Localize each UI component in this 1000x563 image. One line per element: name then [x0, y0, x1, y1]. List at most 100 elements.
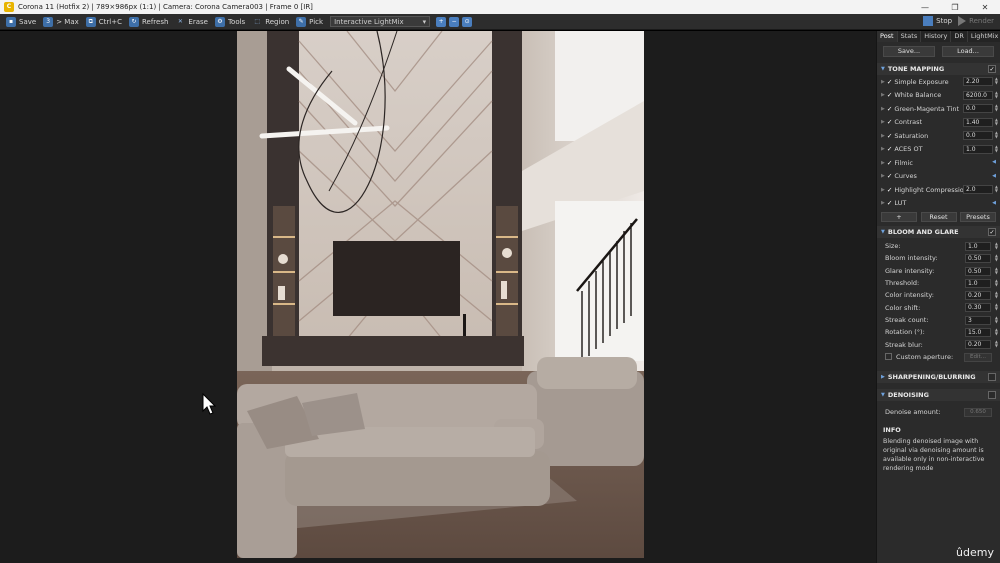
operator-label: Simple Exposure	[894, 77, 949, 86]
bloom-glare-row: Color intensity: 0.20 ▲ ▼	[877, 289, 1000, 301]
denoising-checkbox[interactable]	[988, 390, 996, 399]
tone-mapping-checkbox[interactable]: ✓	[988, 65, 996, 73]
operator-value-field[interactable]: 0.0	[963, 131, 993, 140]
check-icon[interactable]: ✓	[887, 118, 892, 126]
check-icon[interactable]: ✓	[887, 105, 892, 113]
bloom-glare-checkbox[interactable]: ✓	[988, 228, 996, 236]
param-value-field[interactable]: 0.30	[965, 303, 991, 313]
tone-mapping-header[interactable]: ▼ TONE MAPPING ✓	[877, 63, 1000, 75]
reset-button[interactable]: Reset	[920, 212, 957, 222]
zoom-fit-icon[interactable]: ⊙	[462, 16, 473, 27]
add-operator-button[interactable]: +	[881, 212, 917, 222]
spinner-icon[interactable]: ▲ ▼	[995, 340, 998, 348]
tone-mapping-row[interactable]: ▶ ✓ Contrast 1.40 ▲ ▼	[877, 116, 1000, 130]
operator-value-field[interactable]: 6200.0	[963, 90, 993, 100]
sharpening-checkbox[interactable]	[988, 372, 996, 381]
stop-button[interactable]: Stop	[936, 17, 952, 25]
check-icon[interactable]: ✓	[887, 91, 892, 99]
operator-value-field[interactable]: 0.0	[963, 104, 993, 113]
param-value-field[interactable]: 15.0	[965, 328, 991, 338]
denoising-header[interactable]: ▼ DENOISING	[877, 388, 1000, 401]
tone-mapping-row[interactable]: ▶ ✓ Green-Magenta Tint 0.0 ▲ ▼	[877, 102, 1000, 116]
param-value-field[interactable]: 1.0	[965, 242, 991, 251]
spinner-icon[interactable]: ▲ ▼	[995, 77, 998, 85]
check-icon[interactable]: ✓	[887, 172, 892, 180]
param-value-field[interactable]: 3	[965, 315, 991, 325]
tone-mapping-row[interactable]: ▶ ✓ Simple Exposure 2.20 ▲ ▼	[877, 75, 1000, 89]
tab-dr[interactable]: DR	[951, 31, 968, 42]
spinner-icon[interactable]: ▲ ▼	[995, 131, 998, 139]
tab-post[interactable]: Post	[877, 31, 898, 42]
operator-value-field[interactable]: 2.20	[963, 77, 993, 86]
edit-aperture-button[interactable]: Edit...	[964, 352, 992, 362]
check-icon[interactable]: ✓	[887, 199, 892, 207]
param-value-field[interactable]: 0.20	[965, 291, 991, 301]
bloom-glare-header[interactable]: ▼ BLOOM AND GLARE ✓	[877, 226, 1000, 238]
tone-mapping-row[interactable]: ▶ ✓ Filmic ◀	[877, 156, 1000, 170]
check-icon[interactable]: ✓	[887, 132, 892, 140]
erase-button[interactable]: ✕ Erase	[175, 17, 208, 27]
check-icon[interactable]: ✓	[887, 186, 892, 194]
stop-icon[interactable]	[923, 16, 934, 26]
denoise-amount-row: Denoise amount: 0.650	[877, 406, 1000, 418]
spinner-icon[interactable]: ▲ ▼	[995, 328, 998, 336]
render-button[interactable]: Render	[969, 17, 994, 25]
denoise-amount-field[interactable]: 0.650	[964, 407, 992, 417]
spinner-icon[interactable]: ▲ ▼	[995, 117, 998, 126]
sharpening-header[interactable]: ▶ SHARPENING/BLURRING	[877, 370, 1000, 383]
param-value-field[interactable]: 0.50	[965, 266, 991, 276]
spinner-icon[interactable]: ▲ ▼	[995, 303, 998, 311]
spinner-icon[interactable]: ▲ ▼	[995, 104, 998, 112]
spinner-icon[interactable]: ▲ ▼	[995, 278, 998, 287]
param-value-field[interactable]: 0.50	[965, 254, 991, 264]
spinner-icon[interactable]: ▲ ▼	[995, 315, 998, 324]
spinner-icon[interactable]: ▲ ▼	[995, 291, 998, 299]
mode-select[interactable]: Interactive LightMix ▾	[330, 16, 431, 27]
custom-aperture-checkbox[interactable]	[885, 353, 892, 361]
tone-mapping-row[interactable]: ▶ ✓ Highlight Compression 2.0 ▲ ▼	[877, 183, 1000, 197]
maximize-button[interactable]: ❐	[940, 3, 970, 12]
spinner-icon[interactable]: ▲ ▼	[995, 254, 998, 262]
tone-mapping-row[interactable]: ▶ ✓ White Balance 6200.0 ▲ ▼	[877, 89, 1000, 103]
spinner-icon[interactable]: ▲ ▼	[995, 266, 998, 275]
param-value-field[interactable]: 1.0	[965, 278, 991, 288]
check-icon[interactable]: ✓	[887, 78, 892, 86]
presets-button[interactable]: Presets	[960, 212, 996, 222]
param-value-field[interactable]: 0.20	[965, 340, 991, 350]
save-button[interactable]: ▪ Save	[6, 16, 36, 27]
load-preset-button[interactable]: Load...	[942, 46, 994, 57]
save-preset-button[interactable]: Save...	[883, 46, 935, 57]
tab-history[interactable]: History	[921, 31, 952, 42]
tone-mapping-row[interactable]: ▶ ✓ LUT ◀	[877, 197, 1000, 211]
expand-icon[interactable]: ◀	[992, 173, 996, 179]
tone-mapping-row[interactable]: ▶ ✓ Curves ◀	[877, 170, 1000, 184]
tools-button[interactable]: ⚙ Tools	[214, 16, 245, 27]
send-to-max-button[interactable]: 3 > Max	[43, 16, 79, 27]
render-icon[interactable]	[958, 16, 967, 26]
zoom-out-icon[interactable]: −	[449, 16, 460, 27]
expand-icon[interactable]: ◀	[992, 200, 996, 206]
tone-mapping-row[interactable]: ▶ ✓ ACES OT 1.0 ▲ ▼	[877, 143, 1000, 157]
render-viewport[interactable]	[0, 31, 876, 563]
spinner-icon[interactable]: ▲ ▼	[995, 242, 998, 250]
spinner-icon[interactable]: ▲ ▼	[995, 90, 998, 99]
check-icon[interactable]: ✓	[887, 145, 892, 153]
close-button[interactable]: ✕	[970, 3, 1000, 12]
operator-value-field[interactable]: 1.40	[963, 117, 993, 127]
expand-icon[interactable]: ◀	[992, 159, 996, 165]
operator-value-field[interactable]: 1.0	[963, 144, 993, 154]
minimize-button[interactable]: —	[910, 3, 940, 12]
refresh-button[interactable]: ↻ Refresh	[128, 16, 168, 27]
spinner-icon[interactable]: ▲ ▼	[995, 185, 998, 193]
tab-lightmix[interactable]: LightMix	[968, 31, 1000, 42]
tone-mapping-row[interactable]: ▶ ✓ Saturation 0.0 ▲ ▼	[877, 129, 1000, 143]
tab-stats[interactable]: Stats	[898, 31, 922, 42]
spinner-icon[interactable]: ▲ ▼	[995, 144, 998, 153]
copy-button[interactable]: ⧉ Ctrl+C	[85, 16, 122, 27]
operator-value-field[interactable]: 2.0	[963, 185, 993, 194]
zoom-in-icon[interactable]: +	[436, 16, 447, 27]
check-icon[interactable]: ✓	[887, 159, 892, 167]
param-label: Size:	[885, 242, 901, 251]
region-button[interactable]: ⬚ Region	[252, 17, 289, 27]
pick-button[interactable]: ✎ Pick	[296, 16, 323, 27]
